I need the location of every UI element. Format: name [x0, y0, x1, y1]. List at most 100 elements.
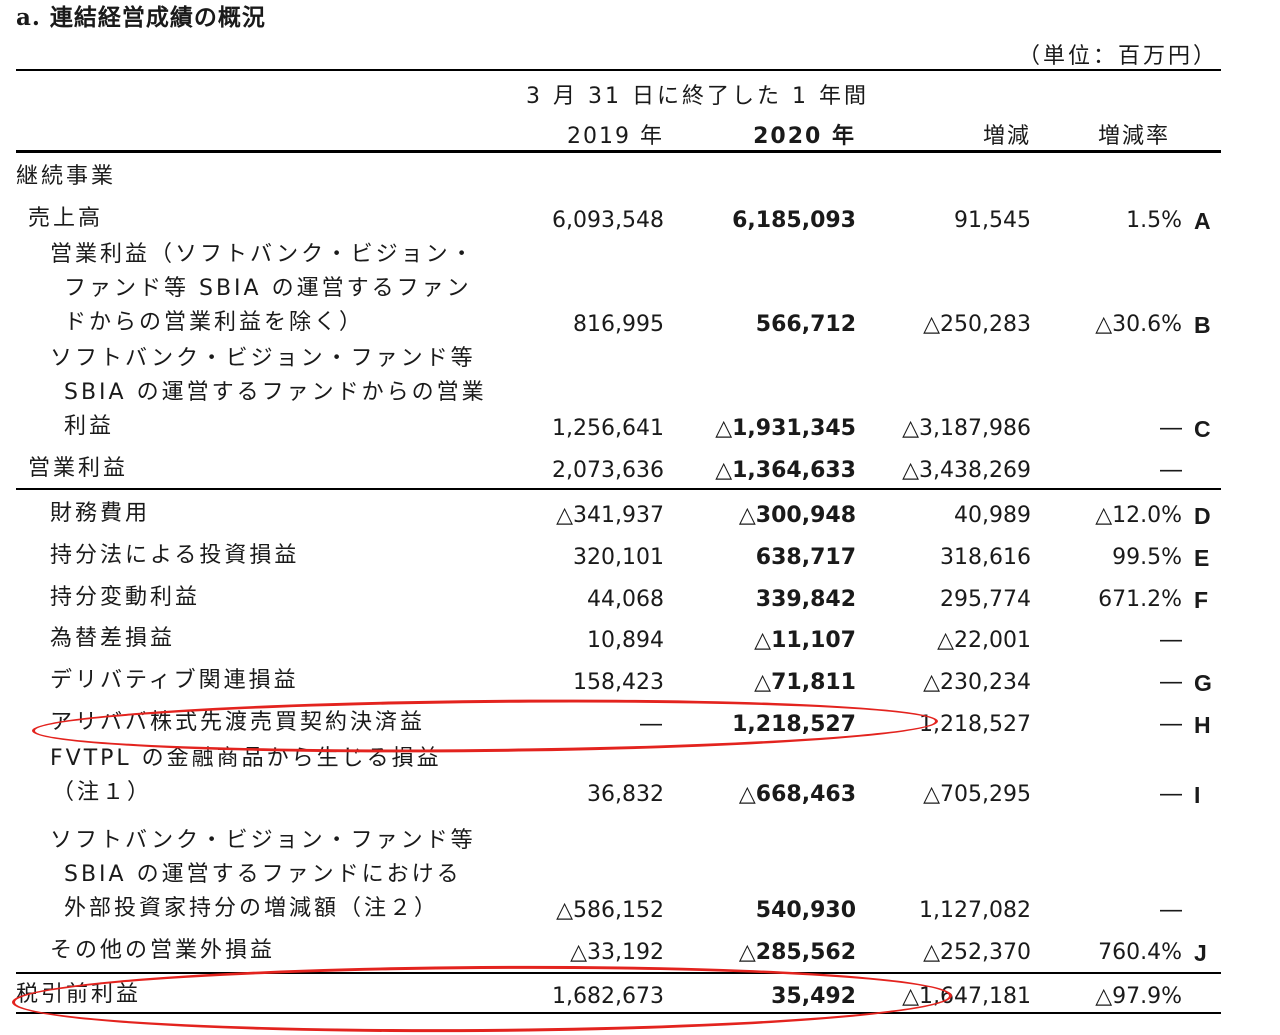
table-row: 売上高 6,093,548 6,185,093 91,545 1.5% A: [0, 202, 1280, 238]
value-rate: 671.2%: [1098, 587, 1182, 612]
row-marker: F: [1194, 587, 1209, 613]
section-row: 継続事業: [0, 160, 1280, 196]
col-header-2019: 2019 年: [567, 124, 664, 149]
value-2020: △1,364,633: [715, 458, 856, 483]
table-row: FVTPL の金融商品から生じる損益 （注１） 36,832 △668,463 …: [0, 742, 1280, 812]
value-rate: ―: [1160, 458, 1182, 483]
value-2019: △586,152: [556, 898, 664, 923]
value-2019: 6,093,548: [552, 208, 664, 233]
value-2020: 540,930: [755, 898, 856, 923]
value-diff: △230,234: [923, 670, 1031, 695]
table-row: その他の営業外損益 △33,192 △285,562 △252,370 760.…: [0, 934, 1280, 970]
value-2019: 44,068: [587, 587, 664, 612]
value-diff: △252,370: [923, 940, 1031, 965]
value-rate: △30.6%: [1095, 312, 1182, 337]
value-2019: 158,423: [573, 670, 664, 695]
col-header-diff: 増減: [982, 124, 1031, 149]
value-2020: △668,463: [738, 782, 856, 807]
value-rate: △12.0%: [1095, 503, 1182, 528]
value-2020: 1,218,527: [732, 712, 856, 737]
row-marker: A: [1194, 208, 1211, 234]
value-rate: ―: [1160, 898, 1182, 923]
row-label: 為替差損益: [50, 626, 176, 651]
value-diff: △3,438,269: [902, 458, 1031, 483]
value-diff: △22,001: [937, 628, 1031, 653]
value-2019: 36,832: [587, 782, 664, 807]
row-label: 税引前利益: [16, 982, 142, 1007]
row-marker: I: [1194, 782, 1201, 808]
value-diff: 91,545: [954, 208, 1031, 233]
row-label: FVTPL の金融商品から生じる損益 （注１）: [50, 746, 442, 805]
row-label: ソフトバンク・ビジョン・ファンド等 SBIA の運営するファンドからの営業 利益: [50, 346, 487, 439]
value-diff: △705,295: [923, 782, 1031, 807]
table-row: 営業利益（ソフトバンク・ビジョン・ ファンド等 SBIA の運営するファン ドか…: [0, 238, 1280, 342]
value-diff: 1,218,527: [919, 712, 1031, 737]
row-label: 持分変動利益: [50, 585, 201, 610]
period-header: 3 月 31 日に終了した 1 年間: [526, 84, 869, 109]
row-marker: C: [1194, 416, 1211, 442]
value-rate: ―: [1160, 628, 1182, 653]
value-rate: ―: [1160, 712, 1182, 737]
value-diff: 1,127,082: [919, 898, 1031, 923]
value-2019: ―: [640, 712, 662, 737]
row-label: 営業利益: [28, 456, 129, 481]
value-rate: 760.4%: [1098, 940, 1182, 965]
value-2019: 2,073,636: [552, 458, 664, 483]
value-2020: △285,562: [738, 940, 856, 965]
value-2019: 816,995: [573, 312, 664, 337]
row-marker: H: [1194, 712, 1211, 738]
row-marker: E: [1194, 545, 1210, 571]
value-2019: 320,101: [573, 545, 664, 570]
row-label: 財務費用: [50, 501, 151, 526]
value-2020: △71,811: [754, 670, 856, 695]
table-row: アリババ株式先渡売買契約決済益 ― 1,218,527 1,218,527 ― …: [0, 706, 1280, 742]
col-header-2020: 2020 年: [753, 124, 856, 149]
table-row: 営業利益 2,073,636 △1,364,633 △3,438,269 ―: [0, 452, 1280, 488]
value-2019: 1,682,673: [552, 984, 664, 1009]
value-2020: △1,931,345: [715, 416, 856, 441]
table-row: ソフトバンク・ビジョン・ファンド等 SBIA の運営するファンドにおける 外部投…: [0, 824, 1280, 928]
operating-income-rule: [16, 488, 1221, 490]
value-rate: 1.5%: [1126, 208, 1182, 233]
row-marker: G: [1194, 670, 1212, 696]
table-row: ソフトバンク・ビジョン・ファンド等 SBIA の運営するファンドからの営業 利益…: [0, 342, 1280, 446]
table-row: 持分変動利益 44,068 339,842 295,774 671.2% F: [0, 581, 1280, 617]
value-diff: △3,187,986: [902, 416, 1031, 441]
value-2020: 638,717: [755, 545, 856, 570]
row-label: ソフトバンク・ビジョン・ファンド等 SBIA の運営するファンドにおける 外部投…: [50, 828, 476, 921]
value-2020: 339,842: [755, 587, 856, 612]
value-rate: ―: [1160, 782, 1182, 807]
header-bottom-rule: [16, 150, 1221, 153]
value-2020: 6,185,093: [732, 208, 856, 233]
table-bottom-rule: [16, 1012, 1221, 1014]
value-2019: 1,256,641: [552, 416, 664, 441]
table-top-rule: [16, 69, 1221, 71]
value-rate: △97.9%: [1095, 984, 1182, 1009]
value-diff: △1,647,181: [902, 984, 1031, 1009]
col-header-rate: 増減率: [1097, 124, 1170, 149]
row-label: デリバティブ関連損益: [50, 668, 299, 693]
value-rate: ―: [1160, 416, 1182, 441]
row-label: 売上高: [28, 206, 104, 231]
table-row: 為替差損益 10,894 △11,107 △22,001 ―: [0, 622, 1280, 658]
row-marker: D: [1194, 503, 1211, 529]
value-diff: 318,616: [940, 545, 1031, 570]
value-2019: 10,894: [587, 628, 664, 653]
value-2019: △341,937: [556, 503, 664, 528]
value-2020: 566,712: [755, 312, 856, 337]
pretax-income-rule: [16, 972, 1221, 974]
row-label: アリババ株式先渡売買契約決済益: [50, 710, 426, 735]
value-diff: 295,774: [940, 587, 1031, 612]
row-label: その他の営業外損益: [50, 938, 276, 963]
value-2020: 35,492: [771, 984, 856, 1009]
table-row: 税引前利益 1,682,673 35,492 △1,647,181 △97.9%: [0, 978, 1280, 1014]
value-2020: △300,948: [738, 503, 856, 528]
value-diff: △250,283: [923, 312, 1031, 337]
table-row: 持分法による投資損益 320,101 638,717 318,616 99.5%…: [0, 539, 1280, 575]
value-rate: 99.5%: [1112, 545, 1182, 570]
value-2019: △33,192: [570, 940, 664, 965]
row-marker: B: [1194, 312, 1211, 338]
unit-label: （単位：百万円）: [1017, 44, 1218, 69]
value-diff: 40,989: [954, 503, 1031, 528]
table-row: 財務費用 △341,937 △300,948 40,989 △12.0% D: [0, 497, 1280, 533]
